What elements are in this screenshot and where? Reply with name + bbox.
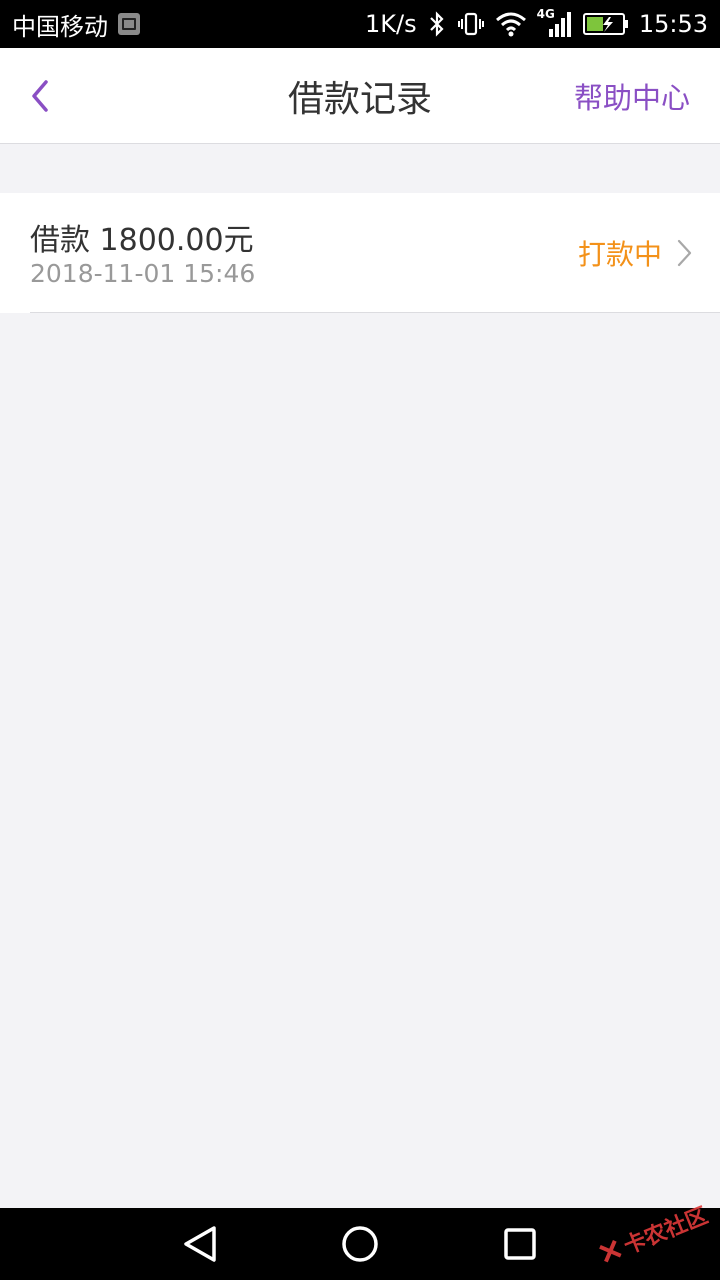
wifi-icon (495, 11, 527, 37)
nav-recents-button[interactable] (500, 1224, 540, 1264)
nav-back-button[interactable] (180, 1224, 220, 1264)
triangle-back-icon (184, 1226, 216, 1262)
network-type-label: 4G (536, 7, 555, 21)
carrier-label: 中国移动 (12, 12, 108, 41)
back-button[interactable] (16, 72, 64, 120)
square-recents-icon (504, 1228, 536, 1260)
status-left: 中国移动 (12, 7, 140, 42)
signal-icon: 4G (537, 7, 573, 37)
loan-record-list: 借款 1800.00元 2018-11-01 15:46 打款中 (0, 193, 720, 313)
help-center-link[interactable]: 帮助中心 (574, 48, 690, 144)
chevron-left-icon (32, 80, 48, 112)
loan-record-item[interactable]: 借款 1800.00元 2018-11-01 15:46 打款中 (0, 193, 720, 313)
gallery-notification-icon (118, 13, 140, 35)
loan-date-label: 2018-11-01 15:46 (30, 259, 256, 288)
chevron-right-icon (677, 239, 692, 267)
status-bar: 中国移动 1K/s 4G 15:53 (0, 0, 720, 48)
nav-home-button[interactable] (340, 1224, 380, 1264)
vibrate-icon (457, 10, 485, 38)
status-right: 1K/s 4G 15:53 (365, 7, 708, 38)
bluetooth-icon (427, 10, 447, 38)
clock: 15:53 (638, 10, 708, 38)
circle-home-icon (342, 1226, 378, 1262)
battery-charging-icon (582, 12, 629, 36)
loan-status-label: 打款中 (577, 238, 662, 271)
app-header: 借款记录 帮助中心 (0, 48, 720, 144)
network-speed: 1K/s (365, 10, 417, 38)
loan-amount-label: 借款 1800.00元 (30, 223, 254, 258)
